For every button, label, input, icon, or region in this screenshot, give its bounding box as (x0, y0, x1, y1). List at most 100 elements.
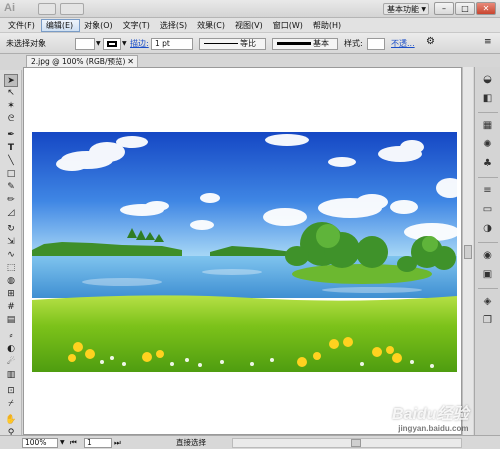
color-panel-icon[interactable]: ◒ (480, 73, 495, 86)
artboard-number: 1 (87, 438, 92, 447)
chevron-down-icon: ▼ (421, 6, 426, 13)
color-guide-icon[interactable]: ◧ (480, 92, 495, 105)
close-button[interactable]: ✕ (476, 2, 496, 15)
perspective-tool-icon[interactable]: ⊞ (4, 288, 18, 301)
menu-bar: 文件(F) 编辑(E) 对象(O) 文字(T) 选择(S) 效果(C) 视图(V… (0, 18, 500, 32)
brush-label: 基本 (313, 39, 329, 48)
chevron-down-icon[interactable]: ▼ (60, 438, 65, 448)
appearance-panel-icon[interactable]: ◉ (480, 249, 495, 262)
menu-view[interactable]: 视图(V) (231, 19, 269, 32)
current-tool-label: 直接选择 (176, 438, 206, 447)
menu-window[interactable]: 窗口(W) (269, 19, 309, 32)
watermark: Baidu经验 jingyan.baidu.com (392, 400, 468, 433)
rectangle-tool-icon[interactable]: □ (4, 168, 18, 181)
rotate-tool-icon[interactable]: ↻ (4, 223, 18, 236)
horizontal-scroll-thumb[interactable] (351, 439, 361, 447)
layers-panel-icon[interactable]: ◈ (480, 295, 495, 308)
blend-tool-icon[interactable]: ◐ (4, 343, 18, 356)
fill-swatch[interactable] (75, 38, 95, 50)
stroke-weight-value: 1 pt (155, 39, 170, 48)
tools-panel: ➤ ↖ ✶ ᘓ ✒ T ╲ □ ✎ ✏ ◿ ↻ ⇲ ∿ ⬚ ◍ ⊞ # ▤ ⸗ … (0, 70, 22, 442)
direct-selection-tool-icon[interactable]: ↖ (4, 87, 18, 100)
control-bar: 未选择对象 ▼ ▼ 描边: 1 pt 等比 基本 样式: 不透... ⚙ ≡ (0, 32, 500, 54)
eraser-tool-icon[interactable]: ◿ (4, 207, 18, 220)
status-bar: 100% ▼ ⏮ 1 ⏭ 直接选择 (0, 435, 500, 449)
stroke-panel-icon[interactable]: ≡ (480, 184, 495, 197)
pen-tool-icon[interactable]: ✒ (4, 129, 18, 142)
document-tab-title: 2.jpg @ 100% (RGB/预览) (31, 57, 126, 66)
app-title-bar: Ai 基本功能 ▼ – □ ✕ (0, 0, 500, 18)
menu-type[interactable]: 文字(T) (119, 19, 156, 32)
scale-tool-icon[interactable]: ⇲ (4, 236, 18, 249)
line-tool-icon[interactable]: ╲ (4, 155, 18, 168)
document-setup-icon[interactable]: ⚙ (426, 36, 435, 48)
shape-builder-tool-icon[interactable]: ◍ (4, 275, 18, 288)
panel-menu-icon[interactable]: ≡ (484, 36, 492, 48)
paintbrush-tool-icon[interactable]: ✎ (4, 181, 18, 194)
transparency-panel-icon[interactable]: ◑ (480, 222, 495, 235)
horizontal-scrollbar[interactable] (232, 438, 462, 448)
minimize-button[interactable]: – (434, 2, 454, 15)
eyedropper-tool-icon[interactable]: ⸗ (4, 330, 18, 343)
next-artboard-icon[interactable]: ⏭ (114, 438, 121, 448)
zoom-value: 100% (25, 438, 47, 447)
brushes-panel-icon[interactable]: ✺ (480, 138, 495, 151)
document-tab[interactable]: 2.jpg @ 100% (RGB/预览) ✕ (26, 55, 138, 67)
illustrator-logo: Ai (4, 2, 15, 14)
selection-status: 未选择对象 (6, 39, 46, 48)
mesh-tool-icon[interactable]: # (4, 301, 18, 314)
landscape-photo (32, 132, 457, 372)
artboard-number-field[interactable]: 1 (84, 438, 112, 448)
stroke-weight-field[interactable]: 1 pt (151, 38, 193, 50)
chevron-down-icon[interactable]: ▼ (122, 38, 127, 50)
close-icon[interactable]: ✕ (127, 56, 134, 67)
symbol-sprayer-tool-icon[interactable]: ☄ (4, 356, 18, 369)
variable-width-profile[interactable]: 等比 (199, 38, 266, 50)
vertical-scrollbar[interactable] (462, 67, 473, 435)
selection-tool-icon[interactable]: ➤ (4, 74, 18, 87)
watermark-text: Baidu经验 (392, 406, 469, 423)
placed-landscape-image[interactable] (32, 132, 457, 372)
pencil-tool-icon[interactable]: ✏ (4, 194, 18, 207)
zoom-level-field[interactable]: 100% (22, 438, 58, 448)
gradient-panel-icon[interactable]: ▭ (480, 203, 495, 216)
warp-tool-icon[interactable]: ∿ (4, 249, 18, 262)
stroke-swatch[interactable] (103, 38, 121, 50)
artboard-canvas[interactable] (23, 67, 462, 435)
magic-wand-tool-icon[interactable]: ✶ (4, 100, 18, 113)
type-tool-icon[interactable]: T (4, 142, 18, 155)
brush-definition[interactable]: 基本 (272, 38, 338, 50)
stroke-link[interactable]: 描边: (130, 38, 149, 50)
arrange-documents-icon[interactable] (60, 3, 84, 15)
opacity-link[interactable]: 不透... (391, 38, 415, 50)
maximize-button[interactable]: □ (455, 2, 475, 15)
menu-object[interactable]: 对象(O) (80, 19, 119, 32)
watermark-url: jingyan.baidu.com (398, 424, 469, 433)
workspace-switcher[interactable]: 基本功能 ▼ (383, 3, 429, 15)
hand-tool-icon[interactable]: ✋ (4, 414, 18, 427)
artboards-panel-icon[interactable]: ❐ (480, 314, 495, 327)
gradient-tool-icon[interactable]: ▤ (4, 314, 18, 327)
vertical-scroll-thumb[interactable] (464, 245, 472, 259)
style-label: 样式: (344, 39, 363, 48)
menu-effect[interactable]: 效果(C) (193, 19, 231, 32)
lasso-tool-icon[interactable]: ᘓ (4, 113, 18, 126)
panel-dock: ◒ ◧ ▦ ✺ ♣ ≡ ▭ ◑ ◉ ▣ ◈ ❐ (474, 67, 500, 435)
slice-tool-icon[interactable]: ⌿ (4, 398, 18, 411)
graph-tool-icon[interactable]: ▥ (4, 369, 18, 382)
symbols-panel-icon[interactable]: ♣ (480, 157, 495, 170)
bridge-icon[interactable] (38, 3, 56, 15)
swatches-panel-icon[interactable]: ▦ (480, 119, 495, 132)
artboard-tool-icon[interactable]: ⊡ (4, 385, 18, 398)
menu-help[interactable]: 帮助(H) (309, 19, 347, 32)
workspace-label: 基本功能 (387, 5, 419, 14)
free-transform-tool-icon[interactable]: ⬚ (4, 262, 18, 275)
graphic-styles-panel-icon[interactable]: ▣ (480, 268, 495, 281)
profile-label: 等比 (240, 39, 256, 48)
first-artboard-icon[interactable]: ⏮ (70, 438, 77, 448)
menu-file[interactable]: 文件(F) (4, 19, 41, 32)
graphic-style-swatch[interactable] (367, 38, 385, 50)
chevron-down-icon[interactable]: ▼ (96, 38, 101, 50)
menu-select[interactable]: 选择(S) (156, 19, 193, 32)
menu-edit[interactable]: 编辑(E) (40, 18, 81, 32)
